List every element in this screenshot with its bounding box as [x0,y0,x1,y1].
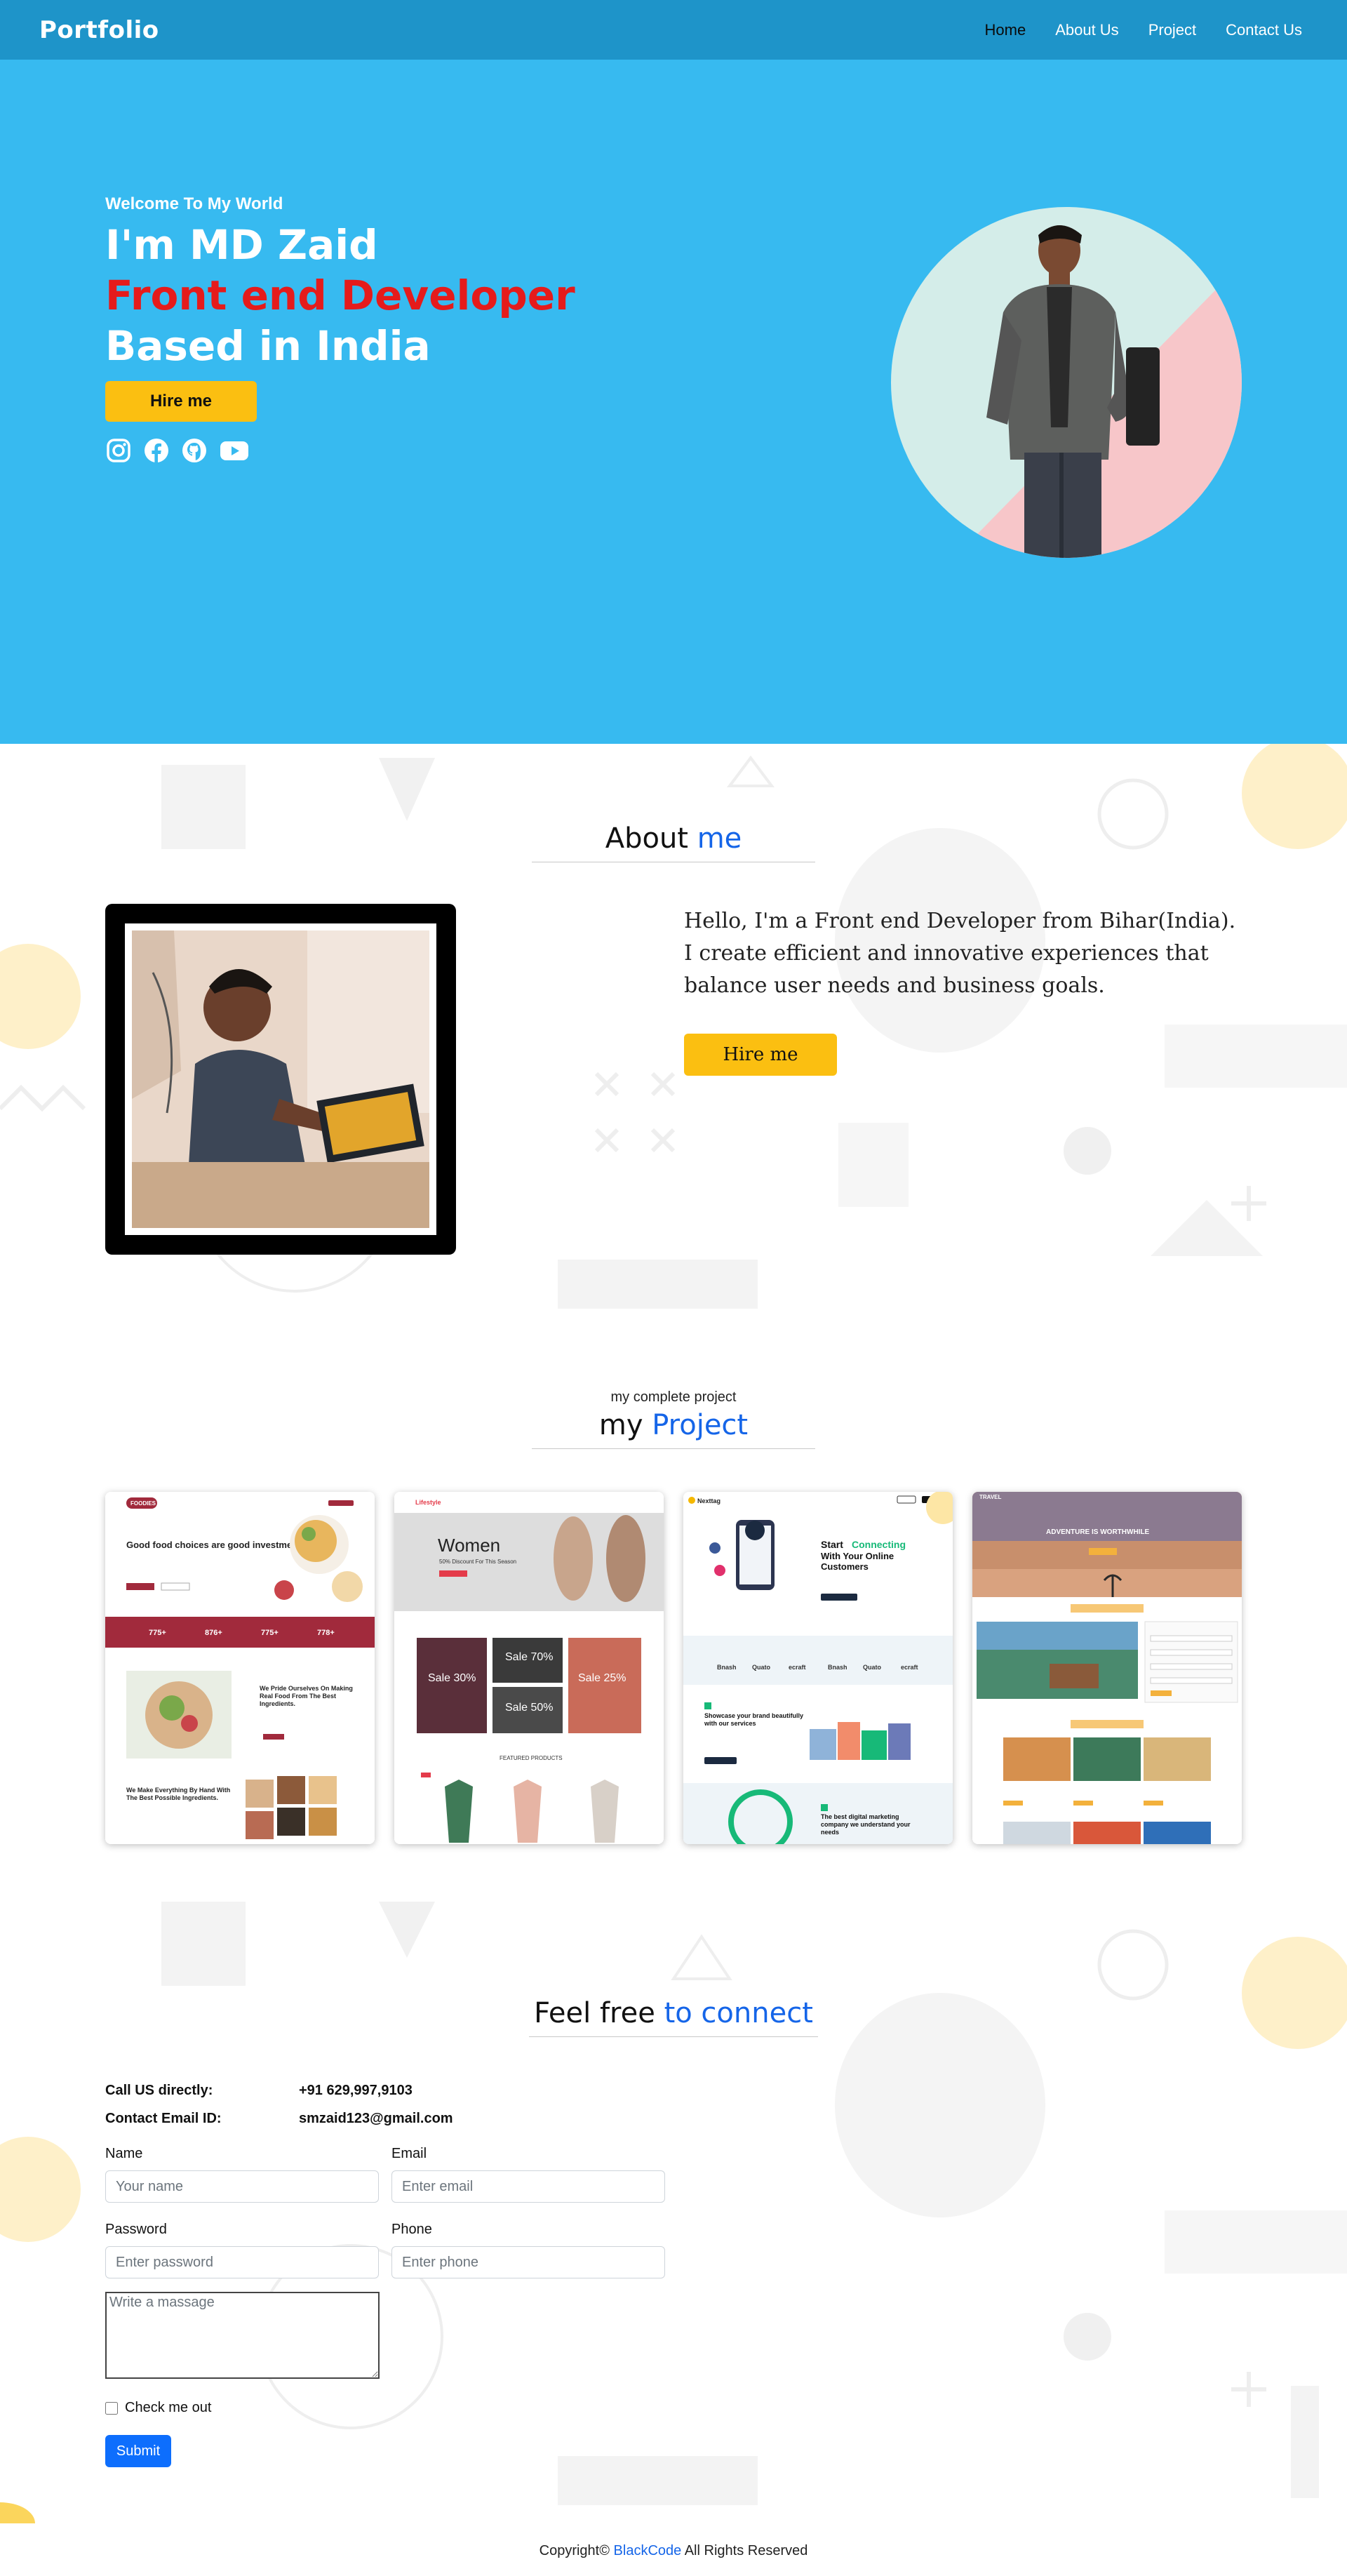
nav-links: Home About Us Project Contact Us [985,21,1303,39]
lifestyle-sale-2: Sale 70% [505,1651,554,1663]
nav-link-about-us[interactable]: About Us [1055,21,1119,39]
projects-title-plain: my [598,1409,643,1441]
foodies-stat-1: 775+ [149,1629,166,1637]
contact-title-accent: to connect [664,1997,813,2029]
nexttag-brand: Nexttag [697,1497,721,1504]
check-me-out-row[interactable]: Check me out [105,2400,211,2416]
github-icon[interactable] [181,437,208,464]
foodies-brand: FOODIES [130,1500,156,1507]
email-contact-value[interactable]: smzaid123@gmail.com [299,2111,453,2127]
project-card-lifestyle[interactable]: Lifestyle Women 50% Discount For This Se… [394,1492,664,1844]
foodies-stat-4: 778+ [317,1629,335,1637]
password-label: Password [105,2222,167,2237]
lifestyle-headline: Women [438,1535,500,1556]
brand-logo[interactable]: Portfolio [39,16,159,44]
youtube-icon[interactable] [219,437,250,464]
message-textarea[interactable] [105,2292,380,2379]
projects-subtitle: my complete project [610,1389,737,1405]
contact-title-plain: Feel free [534,1997,655,2029]
projects-title: my Project [0,1409,1347,1441]
footer-copyright: Copyright© [539,2543,610,2558]
about-photo-frame [105,904,456,1255]
travel-headline: ADVENTURE IS WORTHWHILE [1046,1528,1150,1536]
facebook-icon[interactable] [143,437,170,464]
contact-title-underline [529,2036,818,2037]
nexttag-partner-2: Quato [752,1664,771,1671]
nexttag-feature-2: The best digital marketing company we un… [821,1813,911,1836]
about-title-plain: About [605,822,688,855]
call-value[interactable]: +91 629,997,9103 [299,2083,413,2099]
lifestyle-brand: Lifestyle [415,1499,441,1506]
foodies-feature-2: We Make Everything By Hand With The Best… [126,1787,231,1801]
name-input[interactable] [105,2170,379,2203]
hero-welcome: Welcome To My World [105,194,283,213]
nexttag-feature-1: Showcase your brand beautifully with our… [704,1712,804,1727]
phone-label: Phone [391,2222,432,2237]
nexttag-headline-b: Connecting [852,1539,906,1550]
hero-profile-photo [891,207,1242,558]
call-label: Call US directly: [105,2083,213,2098]
projects-title-underline [532,1448,815,1449]
email-contact-label: Contact Email ID: [105,2111,222,2126]
footer: Copyright© BlackCode All Rights Reserved [0,2523,1347,2576]
hire-me-button[interactable]: Hire me [105,381,257,422]
nexttag-partner-6: ecraft [901,1664,918,1671]
about-paragraph: Hello, I'm a Front end Developer from Bi… [684,909,1236,998]
project-card-foodies[interactable]: FOODIES Good food choices are good inves… [105,1492,375,1844]
foodies-headline: Good food choices are good investments. [126,1540,308,1550]
nav-link-home[interactable]: Home [985,21,1026,39]
foodies-stat-2: 876+ [205,1629,222,1637]
instagram-icon[interactable] [105,437,132,464]
nexttag-headline-c: With Your Online Customers [821,1551,894,1572]
footer-rights: All Rights Reserved [684,2543,808,2558]
nav-link-contact-us[interactable]: Contact Us [1226,21,1302,39]
nexttag-partner-3: ecraft [789,1664,806,1671]
contact-title: Feel free to connect [0,1997,1347,2029]
password-input[interactable] [105,2246,379,2278]
nexttag-partner-1: Bnash [717,1664,737,1671]
check-me-out-label: Check me out [125,2400,212,2415]
hero-section: Welcome To My World I'm MD Zaid Front en… [0,60,1347,744]
email-input[interactable] [391,2170,665,2203]
lifestyle-subline: 50% Discount For This Season [439,1559,516,1565]
hero-text: Welcome To My World I'm MD Zaid Front en… [105,194,575,464]
check-me-out-checkbox[interactable] [105,2401,118,2415]
project-card-travel[interactable]: TRAVEL ADVENTURE IS WORTHWHILE [972,1492,1242,1844]
name-label: Name [105,2146,143,2161]
lifestyle-featured: FEATURED PRODUCTS [500,1755,563,1761]
nav-link-project[interactable]: Project [1148,21,1196,39]
hero-role: Front end Developer [105,272,575,319]
hero-location: Based in India [105,322,431,370]
phone-input[interactable] [391,2246,665,2278]
nexttag-headline-a: Start [821,1539,843,1550]
hero-name: I'm MD Zaid [105,221,378,269]
foodies-feature-1: We Pride Ourselves On Making Real Food F… [260,1685,353,1707]
lifestyle-sale-1: Sale 30% [428,1672,476,1684]
projects-title-accent: Project [652,1409,749,1441]
nexttag-partner-5: Quato [863,1664,882,1671]
about-title-accent: me [697,822,742,855]
travel-brand: TRAVEL [979,1494,1002,1500]
foodies-stat-3: 775+ [261,1629,279,1637]
top-navbar: Portfolio Home About Us Project Contact … [0,0,1347,60]
about-hire-me-button[interactable]: Hire me [684,1034,837,1076]
project-card-nexttag[interactable]: Nexttag Start Connecting With Your Onlin… [683,1492,953,1844]
lifestyle-sale-4: Sale 25% [578,1672,626,1684]
submit-button[interactable]: Submit [105,2435,171,2467]
email-label: Email [391,2146,427,2161]
lifestyle-sale-3: Sale 50% [505,1702,554,1714]
footer-brand-link[interactable]: BlackCode [614,2543,682,2558]
about-photo [125,923,436,1235]
nexttag-partner-4: Bnash [828,1664,847,1671]
social-links [105,437,575,464]
about-title: About me [0,822,1347,855]
